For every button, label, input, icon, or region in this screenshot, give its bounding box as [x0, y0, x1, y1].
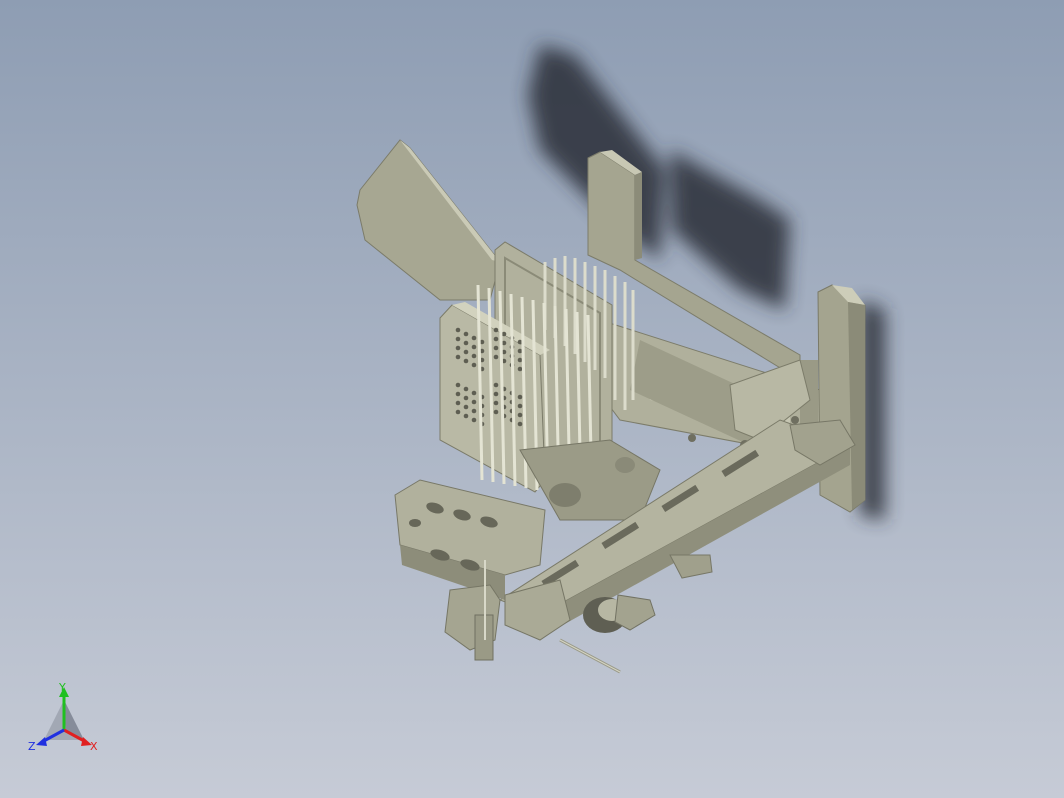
perforation-hole: [455, 345, 461, 351]
y-axis-label: Y: [58, 682, 66, 694]
perforation-hole: [463, 331, 469, 337]
perforation-hole: [455, 400, 461, 406]
perforation-hole: [517, 357, 523, 363]
perforation-hole: [455, 327, 461, 333]
perforation-hole: [463, 340, 469, 346]
perforation-hole: [493, 409, 499, 415]
perforation-hole: [455, 409, 461, 415]
perforation-hole: [471, 390, 477, 396]
perforation-hole: [517, 366, 523, 372]
perforation-hole: [493, 354, 499, 360]
perforation-hole: [517, 394, 523, 400]
perforation-hole: [493, 336, 499, 342]
model-canvas[interactable]: [0, 0, 1064, 798]
perforation-hole: [455, 391, 461, 397]
perforation-hole: [463, 404, 469, 410]
perforation-hole: [517, 403, 523, 409]
perforation-hole: [493, 391, 499, 397]
z-axis-label: Z: [28, 740, 36, 753]
perforation-hole: [471, 417, 477, 423]
perforation-hole: [493, 345, 499, 351]
perforation-hole: [471, 344, 477, 350]
perforation-hole: [455, 336, 461, 342]
x-axis-label: X: [90, 740, 98, 753]
orientation-triad[interactable]: Y X Z: [26, 682, 106, 754]
perforation-hole: [455, 382, 461, 388]
perforation-hole: [463, 358, 469, 364]
perforation-hole: [517, 421, 523, 427]
3d-viewport[interactable]: Y X Z: [0, 0, 1064, 798]
perforation-hole: [493, 327, 499, 333]
perforation-hole: [471, 335, 477, 341]
perforation-hole: [463, 349, 469, 355]
perforation-hole: [471, 408, 477, 414]
perforation-hole: [471, 399, 477, 405]
perforation-hole: [463, 386, 469, 392]
perforation-hole: [455, 354, 461, 360]
perforation-hole: [471, 362, 477, 368]
perforation-hole: [463, 413, 469, 419]
perforation-hole: [493, 400, 499, 406]
perforation-hole: [493, 382, 499, 388]
perforation-hole: [517, 412, 523, 418]
perforation-hole: [471, 353, 477, 359]
perforation-hole: [463, 395, 469, 401]
